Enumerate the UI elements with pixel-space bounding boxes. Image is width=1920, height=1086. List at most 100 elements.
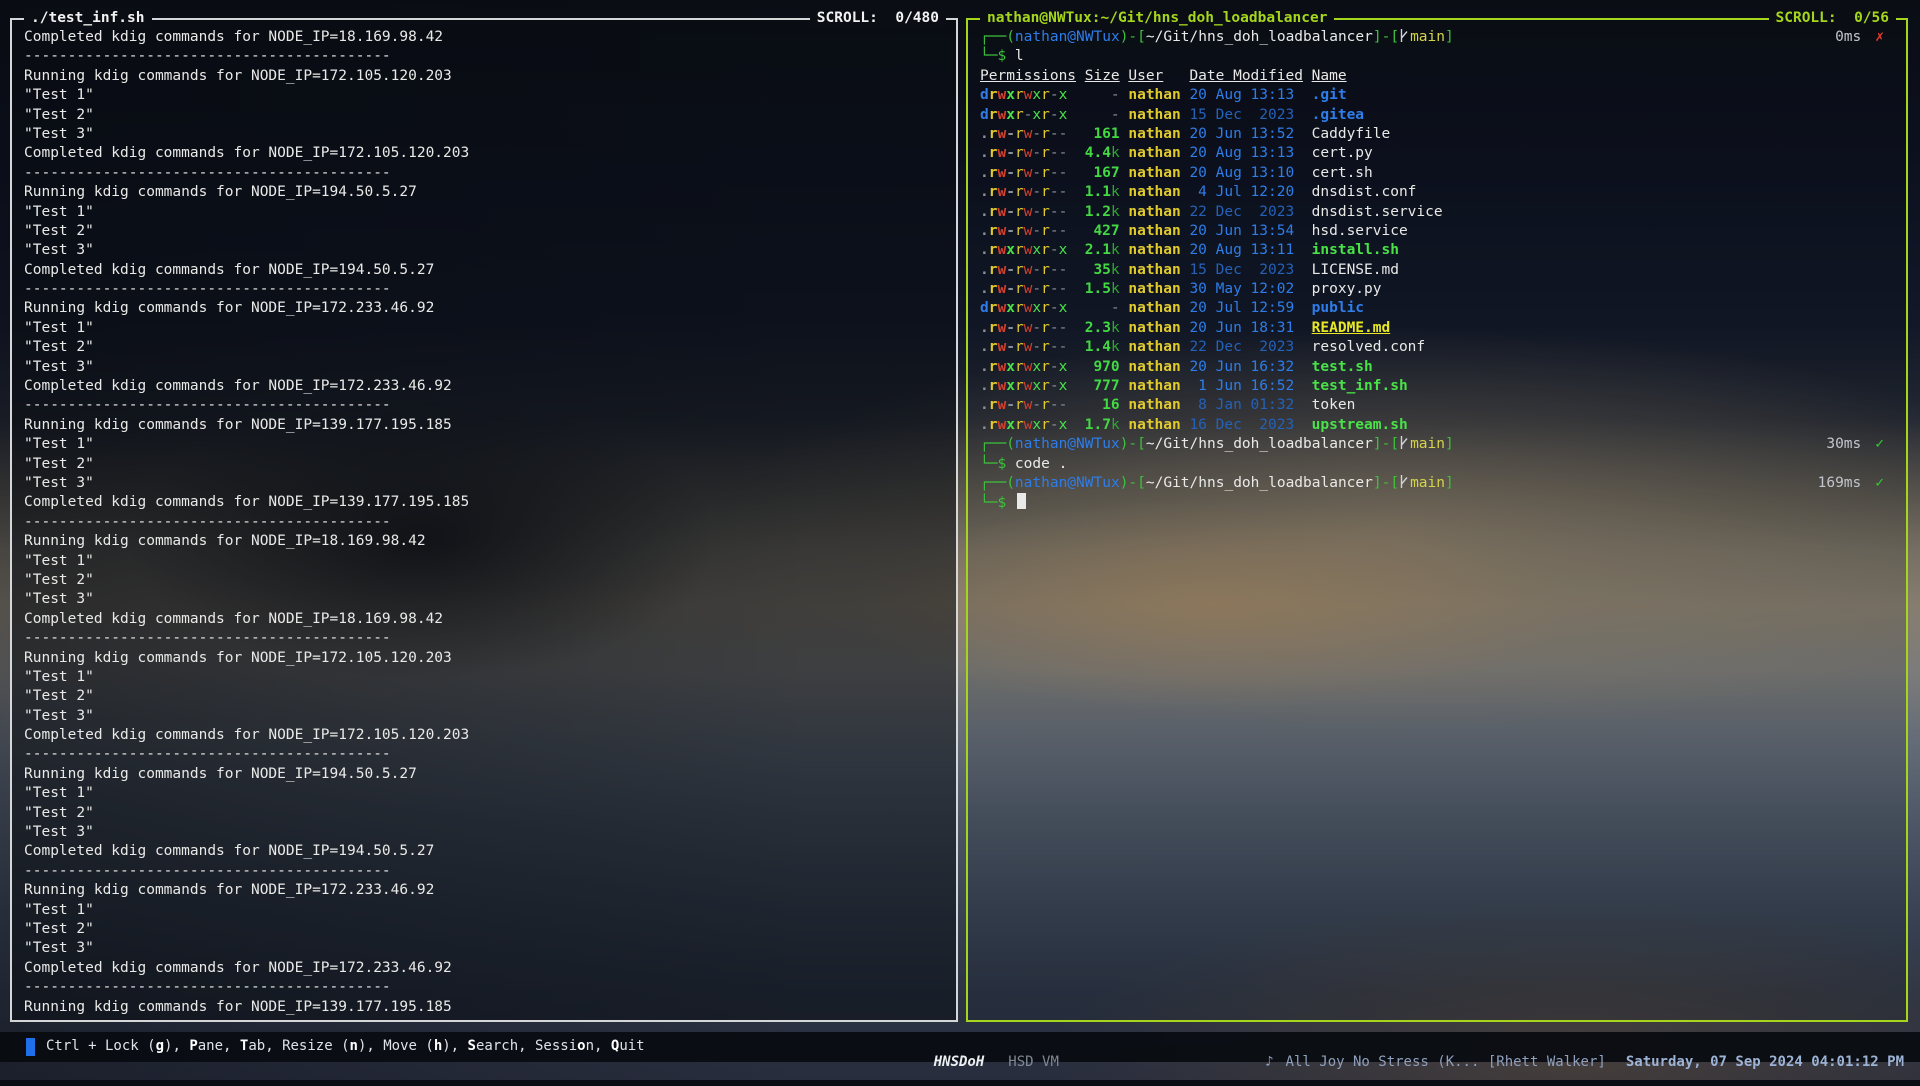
user-cell: nathan	[1128, 338, 1180, 357]
output-line: Completed kdig commands for NODE_IP=18.1…	[24, 610, 944, 629]
column-header: Size	[1085, 67, 1120, 86]
output-line: "Test 2"	[24, 106, 944, 125]
hint-segment: ),	[442, 1038, 467, 1054]
permissions-cell: .rwxrwxr-x	[980, 377, 1076, 396]
hint-segment: ),	[164, 1038, 189, 1054]
permissions-cell: .rw-rw-r--	[980, 338, 1076, 357]
output-line: Completed kdig commands for NODE_IP=172.…	[24, 144, 944, 163]
output-line: "Test 1"	[24, 901, 944, 920]
prompt-user: nathan@NWTux	[1015, 29, 1120, 45]
hint-segment: n,	[586, 1038, 611, 1054]
file-row: .rw-rw-r--1.4knathan22 Dec 2023resolved.…	[980, 338, 1894, 357]
size-cell: 1.5k	[1085, 280, 1120, 299]
column-header: Permissions	[980, 67, 1076, 86]
command-text	[1006, 495, 1015, 511]
file-row: .rw-rw-r--16nathan 8 Jan 01:32token	[980, 396, 1894, 415]
file-row: drwxr-xr-x-nathan15 Dec 2023.gitea	[980, 106, 1894, 125]
status-bar: Ctrl + Lock (g), Pane, Tab, Resize (n), …	[0, 1032, 1920, 1062]
success-icon: ✓	[1875, 475, 1884, 491]
pane-right-terminal[interactable]: nathan@NWTux:~/Git/hns_doh_loadbalancer …	[966, 18, 1908, 1022]
file-name: upstream.sh	[1312, 417, 1408, 433]
user-cell: nathan	[1128, 86, 1180, 105]
file-row: .rwxrwxr-x1.7knathan16 Dec 2023upstream.…	[980, 416, 1894, 435]
date-modified-cell: 20 Jun 13:52	[1189, 125, 1302, 144]
file-row: .rwxrwxr-x970nathan20 Jun 16:32test.sh	[980, 358, 1894, 377]
prompt-path: ~/Git/hns_doh_loadbalancer	[1146, 475, 1373, 491]
hint-segment: g	[156, 1038, 164, 1054]
user-cell: nathan	[1128, 416, 1180, 435]
user-cell: nathan	[1128, 261, 1180, 280]
date-modified-cell: 20 Aug 13:13	[1189, 144, 1302, 163]
size-cell: 1.2k	[1085, 203, 1120, 222]
permissions-cell: .rw-rw-r--	[980, 164, 1076, 183]
output-line: "Test 1"	[24, 86, 944, 105]
prompt-path: ~/Git/hns_doh_loadbalancer	[1146, 29, 1373, 45]
file-name: LICENSE.md	[1312, 262, 1399, 278]
size-cell: 1.7k	[1085, 416, 1120, 435]
column-header: User	[1128, 67, 1180, 86]
output-line: Completed kdig commands for NODE_IP=172.…	[24, 959, 944, 978]
size-cell: -	[1085, 86, 1120, 105]
user-cell: nathan	[1128, 203, 1180, 222]
user-cell: nathan	[1128, 358, 1180, 377]
size-cell: 777	[1085, 377, 1120, 396]
file-row: .rw-rw-r--2.3knathan20 Jun 18:31README.m…	[980, 319, 1894, 338]
git-branch-icon	[1399, 435, 1408, 456]
mode-indicator-block	[26, 1038, 35, 1056]
command-text: l	[1006, 48, 1023, 64]
size-cell: -	[1085, 299, 1120, 318]
prompt-path: ~/Git/hns_doh_loadbalancer	[1146, 436, 1373, 452]
hint-segment: Move (	[383, 1038, 434, 1054]
user-cell: nathan	[1128, 106, 1180, 125]
pane-right-output[interactable]: ┌──(nathan@NWTux)-[~/Git/hns_doh_loadbal…	[968, 20, 1906, 1020]
size-cell: 4.4k	[1085, 144, 1120, 163]
session-name: HNSDoH	[934, 1054, 985, 1070]
listing-header: PermissionsSizeUserDate ModifiedName	[980, 67, 1894, 86]
output-line: "Test 3"	[24, 939, 944, 958]
output-line: Completed kdig commands for NODE_IP=172.…	[24, 726, 944, 745]
pane-left-output[interactable]: Completed kdig commands for NODE_IP=18.1…	[12, 20, 956, 1020]
column-header: Date Modified	[1189, 67, 1302, 86]
permissions-cell: .rw-rw-r--	[980, 203, 1076, 222]
user-cell: nathan	[1128, 144, 1180, 163]
output-line: ----------------------------------------…	[24, 978, 944, 997]
output-line: "Test 2"	[24, 804, 944, 823]
error-icon: ✗	[1875, 29, 1884, 45]
size-cell: -	[1085, 106, 1120, 125]
date-modified-cell: 4 Jul 12:20	[1189, 183, 1302, 202]
date-modified-cell: 20 Aug 13:10	[1189, 164, 1302, 183]
output-line: ----------------------------------------…	[24, 280, 944, 299]
size-cell: 1.4k	[1085, 338, 1120, 357]
file-name: hsd.service	[1312, 223, 1408, 239]
file-name: public	[1312, 300, 1364, 316]
permissions-cell: .rw-rw-r--	[980, 222, 1076, 241]
date-modified-cell: 20 Jun 16:32	[1189, 358, 1302, 377]
permissions-cell: drwxrwxr-x	[980, 86, 1076, 105]
output-line: "Test 1"	[24, 668, 944, 687]
output-line: "Test 2"	[24, 338, 944, 357]
size-cell: 167	[1085, 164, 1120, 183]
hint-segment: ),	[358, 1038, 383, 1054]
pane-left-terminal[interactable]: ./test_inf.sh SCROLL: 0/480 Completed kd…	[10, 18, 958, 1022]
date-modified-cell: 8 Jan 01:32	[1189, 396, 1302, 415]
file-row: .rw-rw-r--1.2knathan22 Dec 2023dnsdist.s…	[980, 203, 1894, 222]
hint-segment: n	[350, 1038, 358, 1054]
output-line: "Test 2"	[24, 222, 944, 241]
permissions-cell: .rw-rw-r--	[980, 125, 1076, 144]
date-modified-cell: 15 Dec 2023	[1189, 261, 1302, 280]
output-line: Running kdig commands for NODE_IP=194.50…	[24, 183, 944, 202]
output-line: ----------------------------------------…	[24, 396, 944, 415]
size-cell: 970	[1085, 358, 1120, 377]
output-line: "Test 1"	[24, 435, 944, 454]
output-line: "Test 2"	[24, 687, 944, 706]
hint-segment: Sessi	[535, 1038, 577, 1054]
output-line: ----------------------------------------…	[24, 745, 944, 764]
file-name: cert.py	[1312, 145, 1373, 161]
git-branch-name: main	[1410, 475, 1445, 491]
file-row: drwxrwxr-x-nathan20 Jul 12:59public	[980, 299, 1894, 318]
output-line: "Test 3"	[24, 241, 944, 260]
prompt-line: ┌──(nathan@NWTux)-[~/Git/hns_doh_loadbal…	[980, 474, 1894, 493]
output-line: "Test 2"	[24, 571, 944, 590]
file-row: .rw-rw-r--167nathan20 Aug 13:10cert.sh	[980, 164, 1894, 183]
date-modified-cell: 20 Aug 13:11	[1189, 241, 1302, 260]
